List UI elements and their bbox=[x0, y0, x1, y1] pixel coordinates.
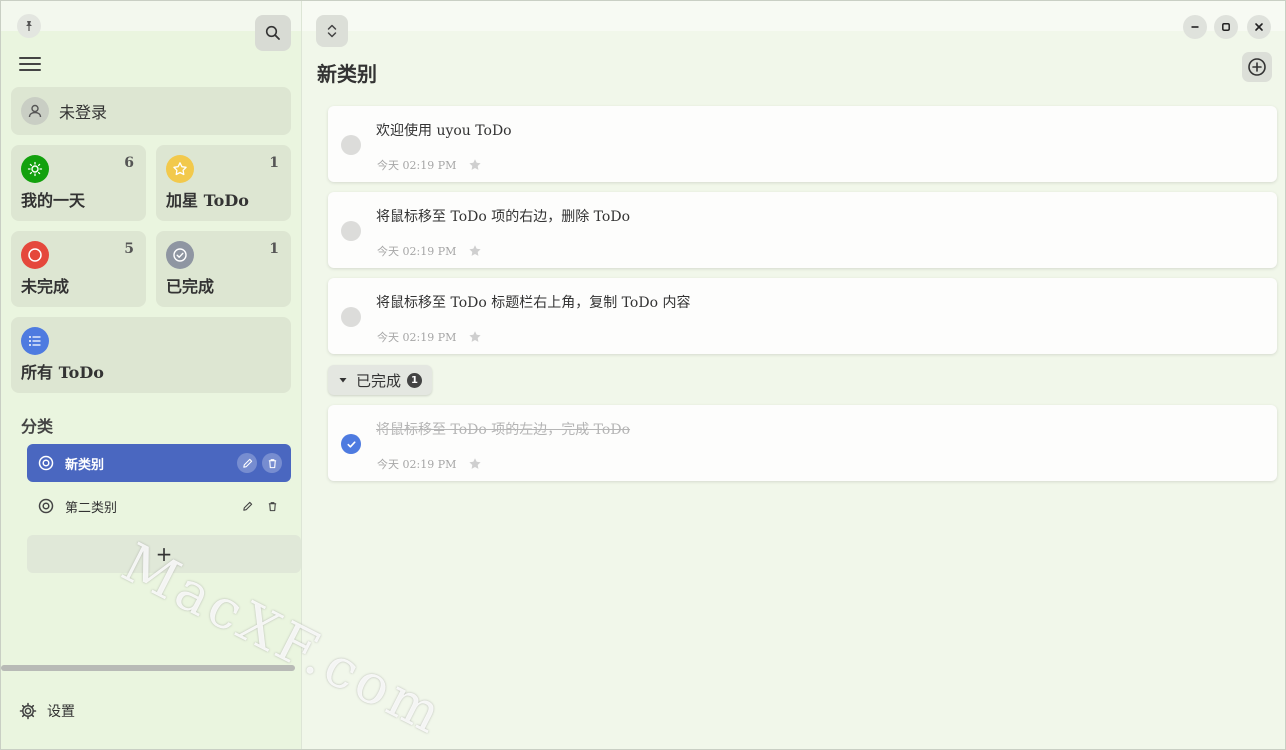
todo-time: 今天 02:19 PM bbox=[377, 331, 457, 344]
completed-count-badge: 1 bbox=[407, 372, 423, 388]
todo-title: 欢迎使用 uyou ToDo bbox=[376, 123, 512, 139]
plus-icon: + bbox=[155, 542, 173, 566]
close-button[interactable] bbox=[1247, 15, 1271, 39]
tile-incomplete[interactable]: 5 未完成 bbox=[11, 231, 146, 307]
tile-completed[interactable]: 1 已完成 bbox=[156, 231, 291, 307]
todo-checkbox-checked[interactable] bbox=[341, 434, 361, 454]
tile-count: 1 bbox=[269, 155, 279, 171]
menu-line bbox=[19, 57, 41, 59]
pin-button[interactable] bbox=[17, 14, 41, 38]
tile-label: 加星 ToDo bbox=[166, 191, 249, 210]
delete-category-button[interactable] bbox=[262, 453, 282, 473]
todo-item[interactable]: 欢迎使用 uyou ToDo 今天 02:19 PM bbox=[328, 106, 1277, 182]
delete-category-button[interactable] bbox=[262, 496, 282, 516]
todo-checkbox[interactable] bbox=[341, 307, 361, 327]
todo-title: 将鼠标移至 ToDo 项的左边，完成 ToDo bbox=[376, 422, 631, 438]
todo-meta: 今天 02:19 PM bbox=[377, 329, 482, 345]
target-icon bbox=[38, 455, 54, 471]
hamburger-menu-button[interactable] bbox=[19, 55, 41, 73]
check-circle-icon bbox=[166, 241, 194, 269]
trash-icon bbox=[268, 501, 276, 511]
sidebar-scrollbar[interactable] bbox=[1, 665, 295, 671]
tile-my-day[interactable]: 6 我的一天 bbox=[11, 145, 146, 221]
tile-count: 5 bbox=[124, 241, 134, 257]
tile-label: 已完成 bbox=[166, 277, 215, 296]
todo-title: 将鼠标移至 ToDo 标题栏右上角，复制 ToDo 内容 bbox=[376, 295, 691, 311]
category-label: 第二类别 bbox=[65, 500, 118, 516]
close-icon bbox=[1255, 23, 1263, 31]
search-button[interactable] bbox=[255, 15, 291, 51]
todo-meta: 今天 02:19 PM bbox=[377, 157, 482, 173]
todo-item[interactable]: 将鼠标移至 ToDo 项的右边，删除 ToDo 今天 02:19 PM bbox=[328, 192, 1277, 268]
completed-section-toggle[interactable]: 已完成 1 bbox=[328, 365, 433, 395]
todo-time: 今天 02:19 PM bbox=[377, 245, 457, 258]
trash-icon bbox=[268, 458, 276, 468]
user-icon bbox=[28, 104, 42, 118]
star-icon bbox=[166, 155, 194, 183]
settings-label: 设置 bbox=[47, 704, 75, 720]
completed-section-label: 已完成 bbox=[356, 371, 402, 390]
login-label: 未登录 bbox=[59, 103, 108, 122]
sun-icon bbox=[21, 155, 49, 183]
todo-time: 今天 02:19 PM bbox=[377, 159, 457, 172]
gear-icon bbox=[19, 702, 37, 720]
todo-item-completed[interactable]: 将鼠标移至 ToDo 项的左边，完成 ToDo 今天 02:19 PM bbox=[328, 405, 1277, 481]
star-icon[interactable] bbox=[468, 158, 482, 172]
tile-label: 所有 ToDo bbox=[21, 363, 104, 382]
login-card[interactable]: 未登录 bbox=[11, 87, 291, 135]
categories-heading: 分类 bbox=[21, 417, 54, 436]
page-title: 新类别 bbox=[317, 62, 377, 86]
minimize-button[interactable] bbox=[1183, 15, 1207, 39]
tile-all-todos[interactable]: 所有 ToDo bbox=[11, 317, 291, 393]
tile-starred[interactable]: 1 加星 ToDo bbox=[156, 145, 291, 221]
todo-item[interactable]: 将鼠标移至 ToDo 标题栏右上角，复制 ToDo 内容 今天 02:19 PM bbox=[328, 278, 1277, 354]
tile-label: 我的一天 bbox=[21, 191, 86, 210]
category-label: 新类别 bbox=[65, 457, 105, 473]
pencil-icon bbox=[242, 501, 252, 511]
todo-time: 今天 02:19 PM bbox=[377, 458, 457, 471]
tile-count: 6 bbox=[124, 155, 134, 171]
circle-icon bbox=[21, 241, 49, 269]
list-icon bbox=[21, 327, 49, 355]
target-icon bbox=[38, 498, 54, 514]
todo-checkbox[interactable] bbox=[341, 221, 361, 241]
avatar bbox=[21, 97, 49, 125]
plus-circle-icon bbox=[1248, 58, 1266, 76]
search-icon bbox=[265, 25, 280, 40]
todo-meta: 今天 02:19 PM bbox=[377, 456, 482, 472]
add-todo-button[interactable] bbox=[1242, 52, 1272, 82]
menu-line bbox=[19, 63, 41, 65]
edit-category-button[interactable] bbox=[237, 496, 257, 516]
tile-label: 未完成 bbox=[21, 277, 70, 296]
menu-line bbox=[19, 69, 41, 71]
sidebar: 未登录 6 我的一天 1 加星 ToDo 5 未完成 1 已完成 所有 ToDo… bbox=[1, 1, 302, 749]
star-icon[interactable] bbox=[468, 457, 482, 471]
settings-button[interactable]: 设置 bbox=[19, 701, 75, 721]
pencil-icon bbox=[242, 458, 252, 468]
main-panel: 新类别 欢迎使用 uyou ToDo 今天 02:19 PM 将鼠标移至 ToD… bbox=[302, 1, 1285, 749]
maximize-button[interactable] bbox=[1214, 15, 1238, 39]
minimize-icon bbox=[1191, 26, 1199, 28]
category-item-active[interactable]: 新类别 bbox=[27, 444, 291, 482]
todo-meta: 今天 02:19 PM bbox=[377, 243, 482, 259]
star-icon[interactable] bbox=[468, 330, 482, 344]
check-icon bbox=[346, 440, 356, 448]
pin-icon bbox=[26, 21, 32, 31]
caret-down-icon bbox=[339, 378, 347, 383]
star-icon[interactable] bbox=[468, 244, 482, 258]
tile-count: 1 bbox=[269, 241, 279, 257]
add-category-button[interactable]: + bbox=[27, 535, 301, 573]
maximize-icon bbox=[1222, 23, 1230, 31]
expand-collapse-button[interactable] bbox=[316, 15, 348, 47]
todo-title: 将鼠标移至 ToDo 项的右边，删除 ToDo bbox=[376, 209, 631, 225]
todo-checkbox[interactable] bbox=[341, 135, 361, 155]
title-bar bbox=[302, 1, 1285, 31]
edit-category-button[interactable] bbox=[237, 453, 257, 473]
category-item[interactable]: 第二类别 bbox=[27, 487, 291, 525]
chevron-up-down-icon bbox=[327, 24, 337, 38]
app-window: 未登录 6 我的一天 1 加星 ToDo 5 未完成 1 已完成 所有 ToDo… bbox=[0, 0, 1286, 750]
